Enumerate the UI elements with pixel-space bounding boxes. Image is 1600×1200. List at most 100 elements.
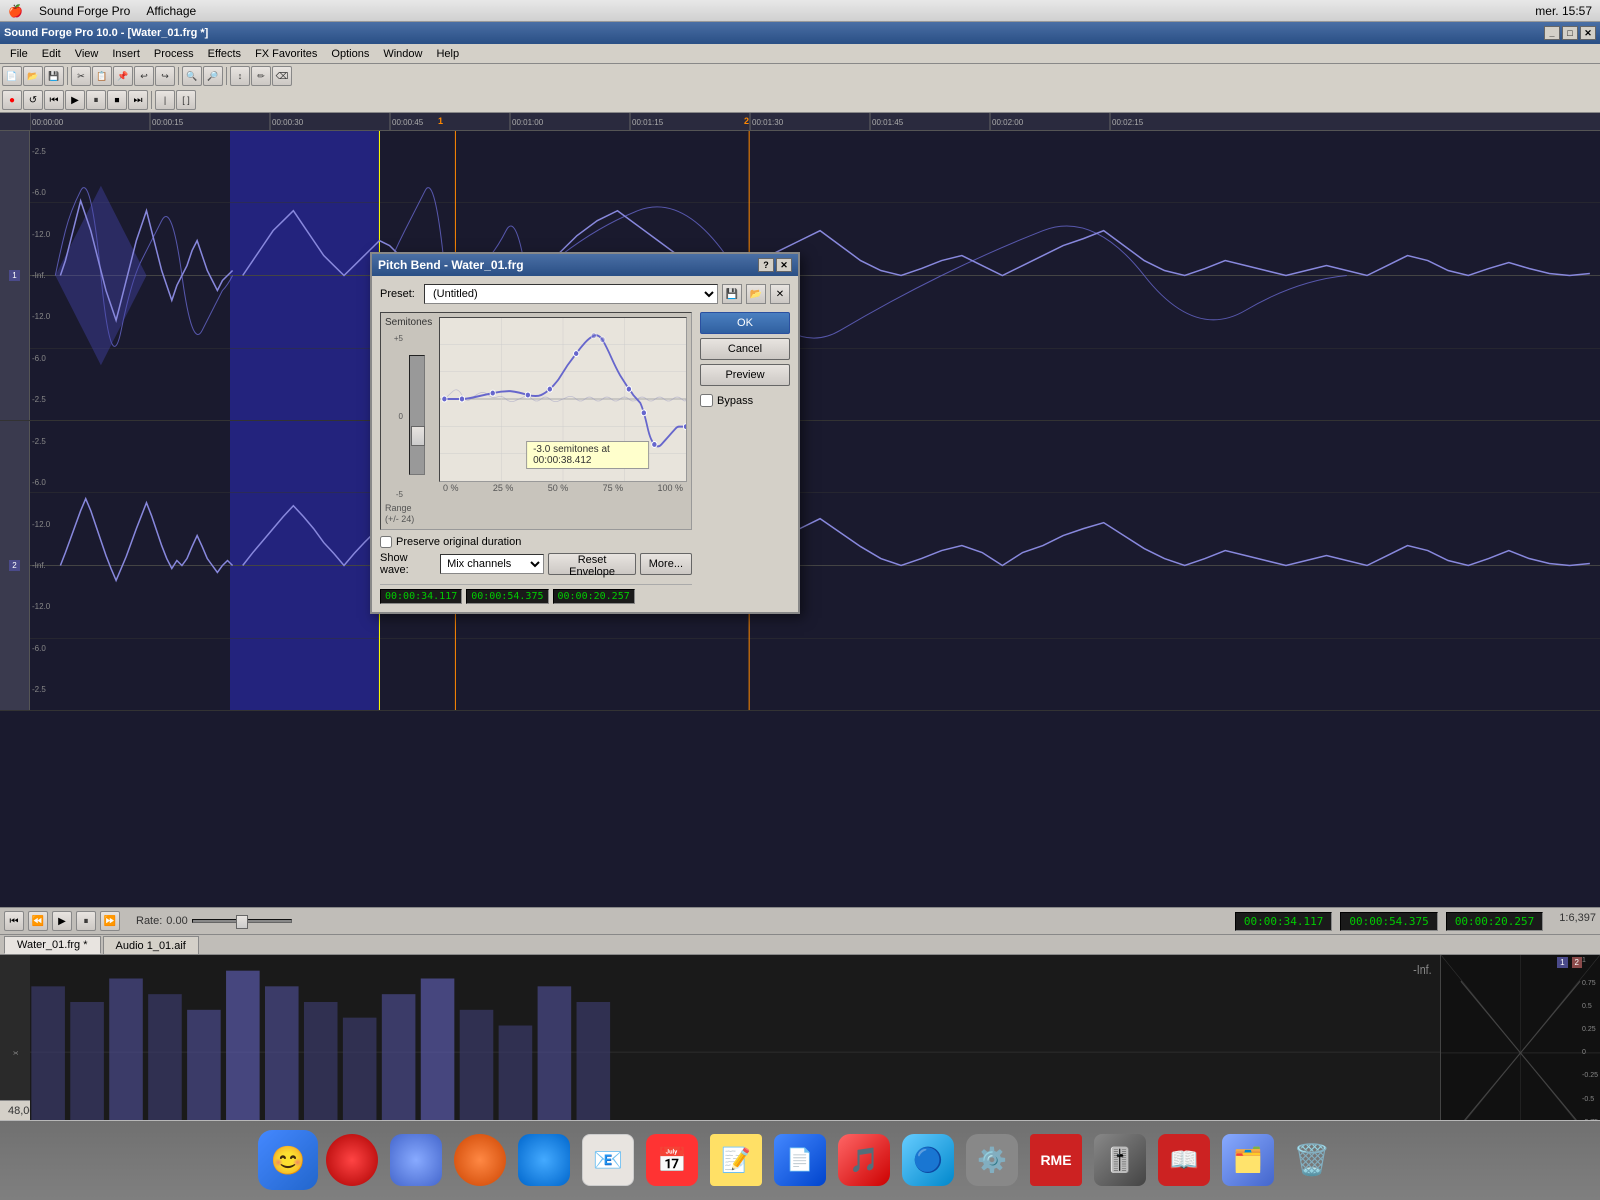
rewind-to-start-btn[interactable]: ⏮ — [44, 90, 64, 110]
fast-forward-btn[interactable]: ⏭ — [128, 90, 148, 110]
paste-btn[interactable]: 📌 — [113, 66, 133, 86]
dock-item-calendar[interactable]: 📅 — [642, 1130, 702, 1190]
dock-item-2[interactable] — [322, 1130, 382, 1190]
redo-btn[interactable]: ↪ — [155, 66, 175, 86]
tab-water-01[interactable]: Water_01.frg * — [4, 936, 101, 954]
tab-bar: Water_01.frg * Audio 1_01.aif — [0, 935, 1600, 955]
copy-btn[interactable]: 📋 — [92, 66, 112, 86]
zoom-out-btn[interactable]: 🔎 — [203, 66, 223, 86]
dock-item-5[interactable] — [514, 1130, 574, 1190]
dock-item-meter[interactable]: 🎚️ — [1090, 1130, 1150, 1190]
tb-next[interactable]: ⏩ — [100, 911, 120, 931]
preset-delete-btn[interactable]: ✕ — [770, 284, 790, 304]
menu-options[interactable]: Options — [325, 47, 375, 61]
duration-time: 00:00:20.257 — [1446, 912, 1543, 931]
dock-item-4[interactable] — [450, 1130, 510, 1190]
dock-item-trash[interactable]: 🗑️ — [1282, 1130, 1342, 1190]
preview-button[interactable]: Preview — [700, 364, 790, 386]
menu-affichage[interactable]: Affichage — [146, 4, 196, 18]
cut-btn[interactable]: ✂ — [71, 66, 91, 86]
envelope-graph[interactable]: -3.0 semitones at 00:00:38.412 — [439, 317, 687, 482]
track-2-content[interactable]: -2.5 -6.0 -12.0 -Inf. -12.0 -6.0 -2.5 — [30, 421, 1600, 710]
dock-item-appstore[interactable]: 🔵 — [898, 1130, 958, 1190]
menu-window[interactable]: Window — [377, 47, 428, 61]
apple-menu[interactable]: 🍎 — [8, 4, 23, 18]
record-btn[interactable]: ● — [2, 90, 22, 110]
marker-btn[interactable]: | — [155, 90, 175, 110]
new-btn[interactable]: 📄 — [2, 66, 22, 86]
ch2-btn[interactable]: 2 — [1572, 957, 1582, 968]
tab-audio-1-01[interactable]: Audio 1_01.aif — [103, 936, 199, 954]
menu-fx-favorites[interactable]: FX Favorites — [249, 47, 323, 61]
pct-100: 100 % — [657, 483, 683, 493]
reset-envelope-button[interactable]: Reset Envelope — [548, 553, 635, 575]
region-btn[interactable]: [ ] — [176, 90, 196, 110]
bypass-checkbox[interactable] — [700, 394, 713, 407]
rate-thumb[interactable] — [236, 915, 248, 929]
maximize-button[interactable]: □ — [1562, 26, 1578, 40]
undo-btn[interactable]: ↩ — [134, 66, 154, 86]
menu-edit[interactable]: Edit — [36, 47, 67, 61]
preset-open-btn[interactable]: 📂 — [746, 284, 766, 304]
pencil-btn[interactable]: ✏ — [251, 66, 271, 86]
more-button[interactable]: More... — [640, 553, 692, 575]
minimize-button[interactable]: _ — [1544, 26, 1560, 40]
menu-insert[interactable]: Insert — [106, 47, 146, 61]
close-button[interactable]: ✕ — [1580, 26, 1596, 40]
show-wave-select[interactable]: Mix channels Left Right — [440, 554, 544, 574]
dock-item-finder-win[interactable]: 🗂️ — [1218, 1130, 1278, 1190]
track-1-content[interactable]: -2.5 -6.0 -12.0 -Inf. -12.0 -6.0 -2.5 — [30, 131, 1600, 420]
svg-text:00:02:00: 00:02:00 — [992, 118, 1024, 127]
menu-file[interactable]: File — [4, 47, 34, 61]
dock-item-music[interactable]: 🎵 — [834, 1130, 894, 1190]
bottom-area: x 87 84 81 78 75 72 69 — [0, 955, 1600, 1100]
level-0.75: 0.75 — [1582, 980, 1598, 987]
tb-prev[interactable]: ⏪ — [28, 911, 48, 931]
dock-item-3[interactable] — [386, 1130, 446, 1190]
pitch-bend-dialog[interactable]: Pitch Bend - Water_01.frg ? ✕ Preset: (U… — [370, 252, 800, 614]
select-btn[interactable]: ↕ — [230, 66, 250, 86]
menu-process[interactable]: Process — [148, 47, 200, 61]
dock-finder[interactable]: 😊 — [258, 1130, 318, 1190]
preset-save-btn[interactable]: 💾 — [722, 284, 742, 304]
transport-bar: ⏮ ⏪ ▶ ⏸ ⏩ Rate: 0.00 00:00:34.117 00:00:… — [0, 907, 1600, 935]
app-menubar: File Edit View Insert Process Effects FX… — [0, 44, 1600, 64]
ch1-btn[interactable]: 1 — [1557, 957, 1567, 968]
play-btn[interactable]: ▶ — [65, 90, 85, 110]
dock-item-rme[interactable]: RME — [1026, 1130, 1086, 1190]
zoom-info: 1:6,397 — [1559, 912, 1596, 931]
preset-select[interactable]: (Untitled) — [424, 284, 718, 304]
tb-play[interactable]: ▶ — [52, 911, 72, 931]
save-btn[interactable]: 💾 — [44, 66, 64, 86]
dock-item-doc[interactable]: 📄 — [770, 1130, 830, 1190]
eraser-btn[interactable]: ⌫ — [272, 66, 292, 86]
dock-finder-icon: 😊 — [271, 1144, 306, 1177]
dialog-help-btn[interactable]: ? — [758, 258, 774, 272]
menu-effects[interactable]: Effects — [202, 47, 247, 61]
dock-icon-red — [326, 1134, 378, 1186]
vertical-slider[interactable] — [409, 355, 425, 475]
v-slider-thumb[interactable] — [411, 426, 425, 446]
dock-item-mail[interactable]: 📧 — [578, 1130, 638, 1190]
dialog-close-btn[interactable]: ✕ — [776, 258, 792, 272]
pause-btn[interactable]: ⏸ — [86, 90, 106, 110]
tb-pause[interactable]: ⏸ — [76, 911, 96, 931]
cancel-button[interactable]: Cancel — [700, 338, 790, 360]
zoom-in-btn[interactable]: 🔍 — [182, 66, 202, 86]
dock-item-settings[interactable]: ⚙️ — [962, 1130, 1022, 1190]
loop-btn[interactable]: ↺ — [23, 90, 43, 110]
dock: 😊 📧 📅 📝 📄 🎵 🔵 ⚙️ RME 🎚️ 📖 🗂️ — [0, 1120, 1600, 1200]
rate-slider[interactable] — [192, 919, 292, 923]
open-btn[interactable]: 📂 — [23, 66, 43, 86]
tb-go-start[interactable]: ⏮ — [4, 911, 24, 931]
dock-item-pdf[interactable]: 📖 — [1154, 1130, 1214, 1190]
ok-button[interactable]: OK — [700, 312, 790, 334]
preserve-checkbox[interactable] — [380, 536, 392, 548]
y-axis-container: +5 0 -5 — [385, 330, 429, 499]
stop-btn[interactable]: ⏹ — [107, 90, 127, 110]
dock-item-notes[interactable]: 📝 — [706, 1130, 766, 1190]
menu-view[interactable]: View — [69, 47, 105, 61]
pct-0: 0 % — [443, 483, 459, 493]
menu-sound-forge[interactable]: Sound Forge Pro — [39, 4, 130, 18]
menu-help[interactable]: Help — [430, 47, 465, 61]
